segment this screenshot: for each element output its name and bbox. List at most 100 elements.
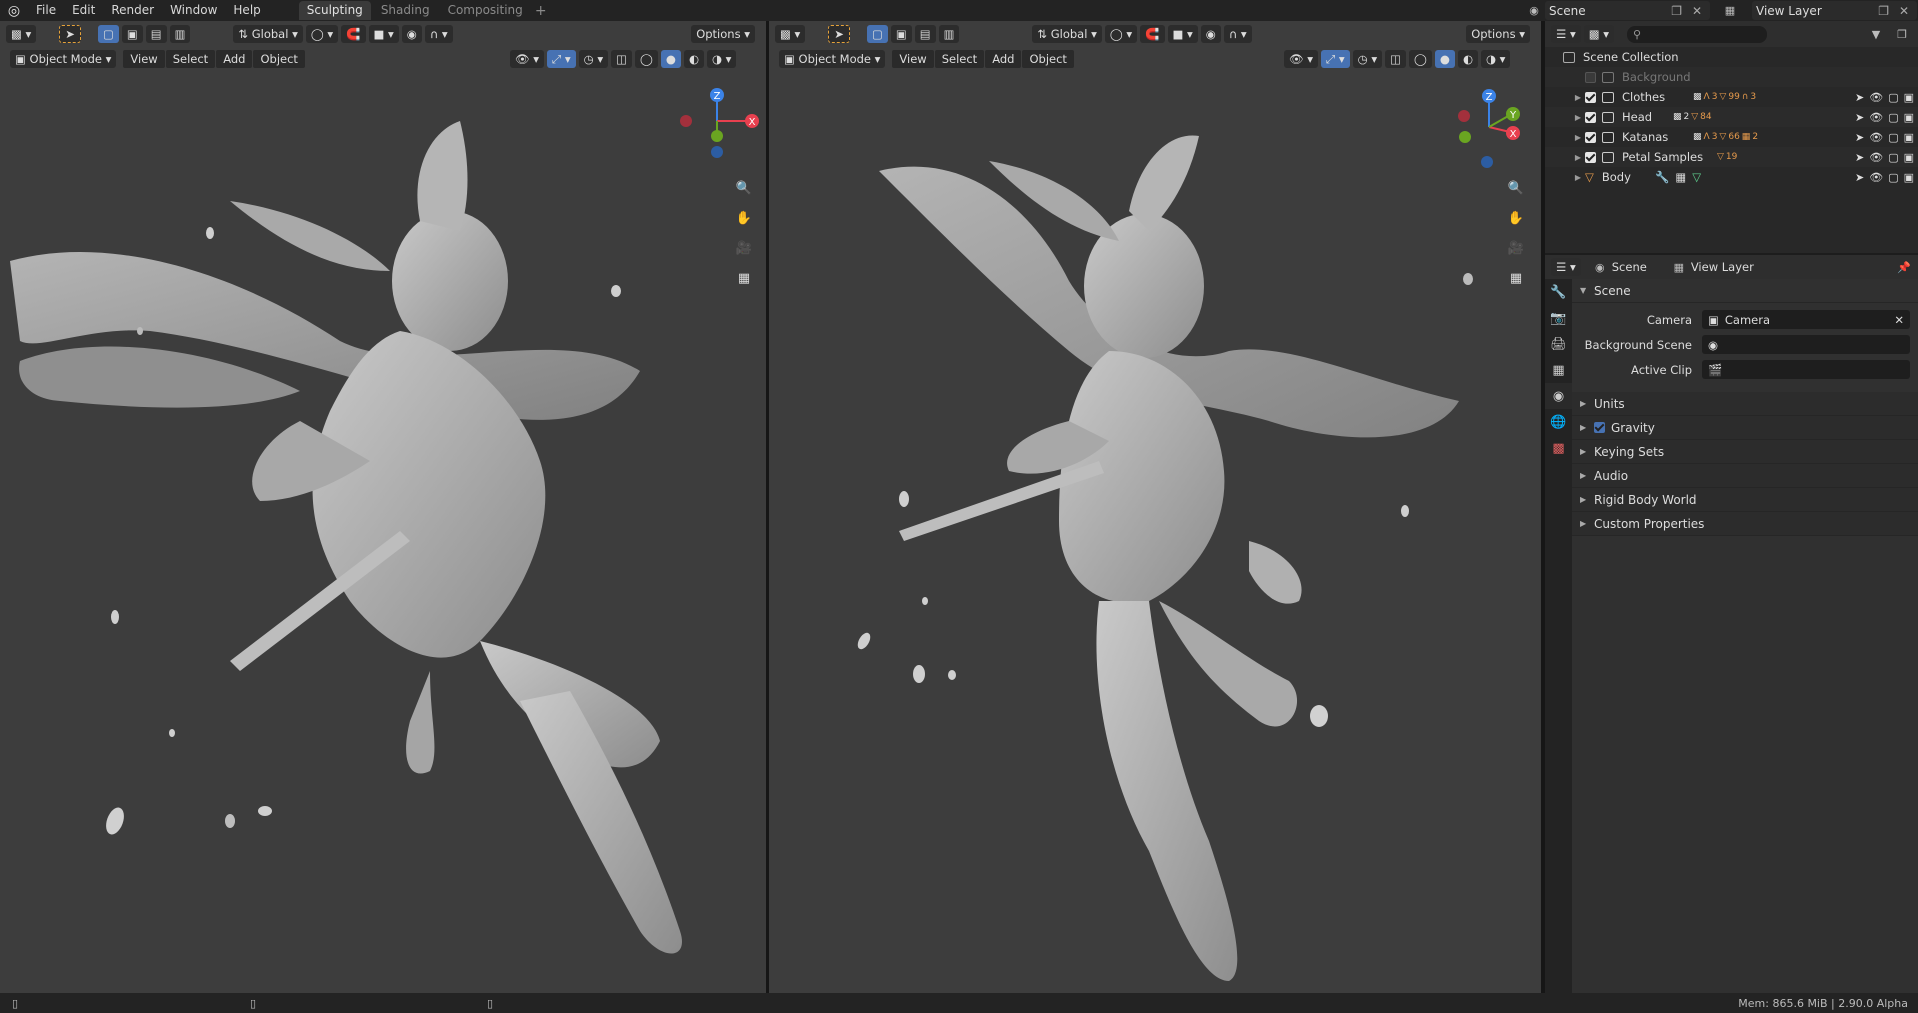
- xray-toggle-button[interactable]: ◫: [611, 50, 633, 68]
- eye-icon[interactable]: 👁: [1869, 171, 1883, 184]
- panel-gravity[interactable]: ▶ Gravity: [1572, 416, 1918, 440]
- select-arrow-icon[interactable]: ➤: [1855, 91, 1864, 104]
- pin-icon[interactable]: 📌: [1896, 259, 1912, 275]
- menu-add[interactable]: Add: [985, 50, 1022, 68]
- panel-custom-properties[interactable]: ▶ Custom Properties: [1572, 512, 1918, 536]
- menu-select[interactable]: Select: [934, 50, 985, 68]
- camera-icon[interactable]: ▣: [1904, 111, 1914, 124]
- scene-icon[interactable]: ◉: [1526, 2, 1542, 18]
- tab-output-icon[interactable]: 🖨: [1545, 331, 1572, 357]
- viewport-right[interactable]: ▩ ▾ ➤ ▢ ▣ ▤ ▥ ⇅ Global ▾ ◯ ▾ 🧲 ■ ▾ ◉ ∩ ▾…: [769, 21, 1541, 993]
- menu-add[interactable]: Add: [216, 50, 253, 68]
- solid-shading-button[interactable]: ●: [1434, 50, 1455, 68]
- camera-icon[interactable]: ▣: [1904, 91, 1914, 104]
- select-arrow-icon[interactable]: ➤: [1855, 111, 1864, 124]
- panel-scene-header[interactable]: ▼ Scene: [1572, 279, 1918, 303]
- menu-render[interactable]: Render: [103, 0, 162, 21]
- monitor-icon[interactable]: ▢: [1888, 111, 1898, 124]
- menu-view[interactable]: View: [123, 50, 165, 68]
- tab-shading[interactable]: Shading: [373, 1, 438, 20]
- visibility-icon[interactable]: 👁 ▾: [510, 50, 545, 68]
- expand-arrow-icon[interactable]: ▶: [1571, 93, 1585, 102]
- falloff-button[interactable]: ∩ ▾: [1223, 25, 1252, 43]
- select-arrow-icon[interactable]: ➤: [1855, 171, 1864, 184]
- eye-icon[interactable]: 👁: [1869, 131, 1883, 144]
- menu-window[interactable]: Window: [162, 0, 225, 21]
- overlay-toggle-button[interactable]: ◷ ▾: [578, 50, 609, 68]
- mode-select[interactable]: ▣ Object Mode ▾: [779, 50, 886, 68]
- select-mode-subtract-button[interactable]: ▤: [914, 25, 936, 43]
- scene-selector[interactable]: Scene ❐ ✕: [1545, 1, 1710, 20]
- camera-icon[interactable]: ▣: [1904, 131, 1914, 144]
- material-shading-button[interactable]: ◐: [1457, 50, 1478, 68]
- monitor-icon[interactable]: ▢: [1888, 151, 1898, 164]
- list-item[interactable]: Background: [1545, 67, 1918, 87]
- wireframe-shading-button[interactable]: ◯: [1409, 50, 1432, 68]
- snap-element-button[interactable]: ■ ▾: [368, 25, 399, 43]
- editor-type-button[interactable]: ☰ ▾: [1551, 25, 1581, 43]
- list-item[interactable]: ▶ Katanas ▩ Λ3 ▽ 66 ▦ 2 ➤ 👁 ▢ ▣: [1545, 127, 1918, 147]
- expand-arrow-icon[interactable]: ▶: [1571, 173, 1585, 182]
- eye-icon[interactable]: 👁: [1869, 151, 1883, 164]
- select-arrow-icon[interactable]: ➤: [1855, 151, 1864, 164]
- eye-icon[interactable]: 👁: [1869, 111, 1883, 124]
- view-layer-icon[interactable]: ▦: [1722, 2, 1738, 18]
- panel-keying-sets[interactable]: ▶ Keying Sets: [1572, 440, 1918, 464]
- menu-object[interactable]: Object: [1022, 50, 1074, 68]
- menu-edit[interactable]: Edit: [64, 0, 103, 21]
- wireframe-shading-button[interactable]: ◯: [635, 50, 658, 68]
- select-tool-button[interactable]: ➤: [59, 25, 81, 43]
- menu-help[interactable]: Help: [225, 0, 268, 21]
- menu-object[interactable]: Object: [253, 50, 305, 68]
- panel-audio[interactable]: ▶ Audio: [1572, 464, 1918, 488]
- active-clip-field[interactable]: 🎬: [1702, 360, 1910, 379]
- rendered-shading-button[interactable]: ◑ ▾: [1480, 50, 1511, 68]
- panel-rigid-body-world[interactable]: ▶ Rigid Body World: [1572, 488, 1918, 512]
- expand-arrow-icon[interactable]: ▶: [1571, 133, 1585, 142]
- proportional-edit-button[interactable]: ◉: [401, 25, 422, 43]
- select-mode-new-button[interactable]: ▢: [97, 25, 119, 43]
- transform-orientation-select[interactable]: ⇅ Global ▾: [233, 25, 303, 43]
- exclude-checkbox[interactable]: [1585, 131, 1596, 143]
- material-shading-button[interactable]: ◐: [683, 50, 704, 68]
- select-mode-extend-button[interactable]: ▣: [121, 25, 143, 43]
- exclude-checkbox[interactable]: [1585, 91, 1596, 103]
- list-item[interactable]: ▶ ▽ Body 🔧 ▦ ▽ ➤ 👁 ▢ ▣: [1545, 167, 1918, 187]
- tab-compositing[interactable]: Compositing: [440, 1, 531, 20]
- menu-view[interactable]: View: [892, 50, 934, 68]
- select-tool-button[interactable]: ➤: [828, 25, 850, 43]
- monitor-icon[interactable]: ▢: [1888, 91, 1898, 104]
- display-mode-button[interactable]: ▩ ▾: [1583, 25, 1615, 43]
- select-mode-extend-button[interactable]: ▣: [890, 25, 912, 43]
- editor-type-button[interactable]: ▩ ▾: [775, 25, 806, 43]
- gravity-checkbox[interactable]: [1594, 422, 1605, 433]
- falloff-button[interactable]: ∩ ▾: [424, 25, 453, 43]
- blender-logo-icon[interactable]: ◎: [0, 0, 28, 21]
- view-layer-selector[interactable]: View Layer ❐ ✕: [1752, 1, 1917, 20]
- camera-field[interactable]: ▣ Camera ✕: [1702, 310, 1910, 329]
- snap-button[interactable]: 🧲: [1140, 25, 1165, 43]
- menu-file[interactable]: File: [28, 0, 64, 21]
- exclude-checkbox[interactable]: [1585, 71, 1596, 83]
- menu-select[interactable]: Select: [165, 50, 216, 68]
- overlay-toggle-button[interactable]: ◷ ▾: [1352, 50, 1383, 68]
- camera-icon[interactable]: ▣: [1904, 151, 1914, 164]
- pivot-point-button[interactable]: ◯ ▾: [305, 25, 339, 43]
- tab-texture-icon[interactable]: ▩: [1545, 435, 1572, 461]
- tab-view-layer-icon[interactable]: ▦: [1545, 357, 1572, 383]
- rendered-shading-button[interactable]: ◑ ▾: [706, 50, 737, 68]
- new-collection-icon[interactable]: ❐: [1894, 26, 1910, 42]
- tab-world-icon[interactable]: 🌐: [1545, 409, 1572, 435]
- list-item[interactable]: ▶ Petal Samples ▽ 19 ➤ 👁 ▢ ▣: [1545, 147, 1918, 167]
- solid-shading-button[interactable]: ●: [660, 50, 681, 68]
- close-icon[interactable]: ✕: [1692, 4, 1702, 18]
- scene-collection-row[interactable]: Scene Collection: [1545, 47, 1918, 67]
- background-scene-field[interactable]: ◉: [1702, 335, 1910, 354]
- gizmo-toggle-button[interactable]: ⤢ ▾: [547, 50, 576, 68]
- options-button[interactable]: Options ▾: [1466, 25, 1530, 43]
- tab-render-icon[interactable]: 📷: [1545, 305, 1572, 331]
- eye-icon[interactable]: 👁: [1869, 91, 1883, 104]
- tab-sculpting[interactable]: Sculpting: [298, 1, 371, 20]
- mode-select[interactable]: ▣ Object Mode ▾: [10, 50, 117, 68]
- editor-type-button[interactable]: ▩ ▾: [6, 25, 37, 43]
